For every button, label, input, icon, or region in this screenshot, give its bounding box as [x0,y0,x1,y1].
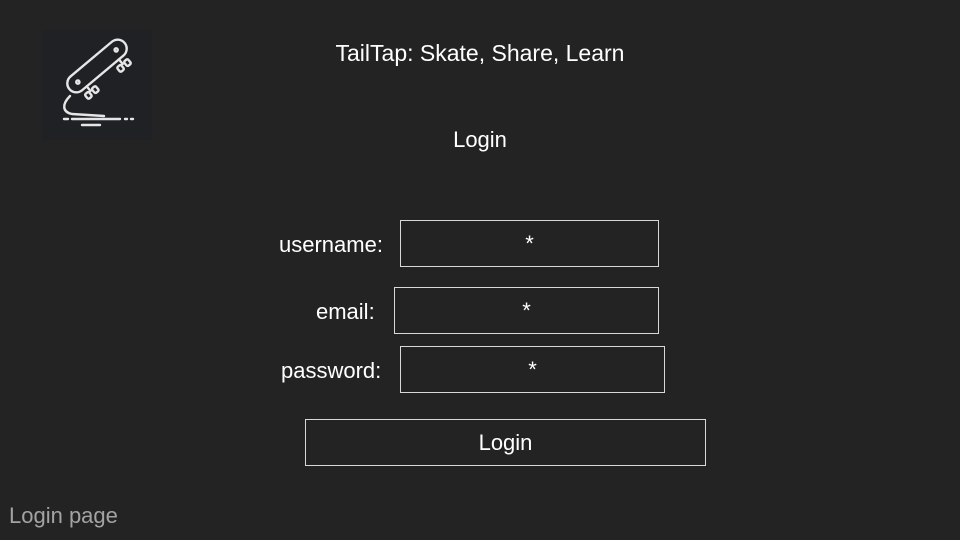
email-input[interactable] [394,287,659,334]
email-label: email: [316,299,375,324]
password-input[interactable] [400,346,665,393]
page-caption: Login page [9,503,118,528]
username-label: username: [279,232,383,257]
username-input[interactable] [400,220,659,267]
app-title: TailTap: Skate, Share, Learn [335,40,625,66]
login-page: TailTap: Skate, Share, Learn Login usern… [0,0,960,540]
page-heading: Login [453,127,507,152]
login-button[interactable]: Login [305,419,706,466]
password-label: password: [281,358,382,383]
